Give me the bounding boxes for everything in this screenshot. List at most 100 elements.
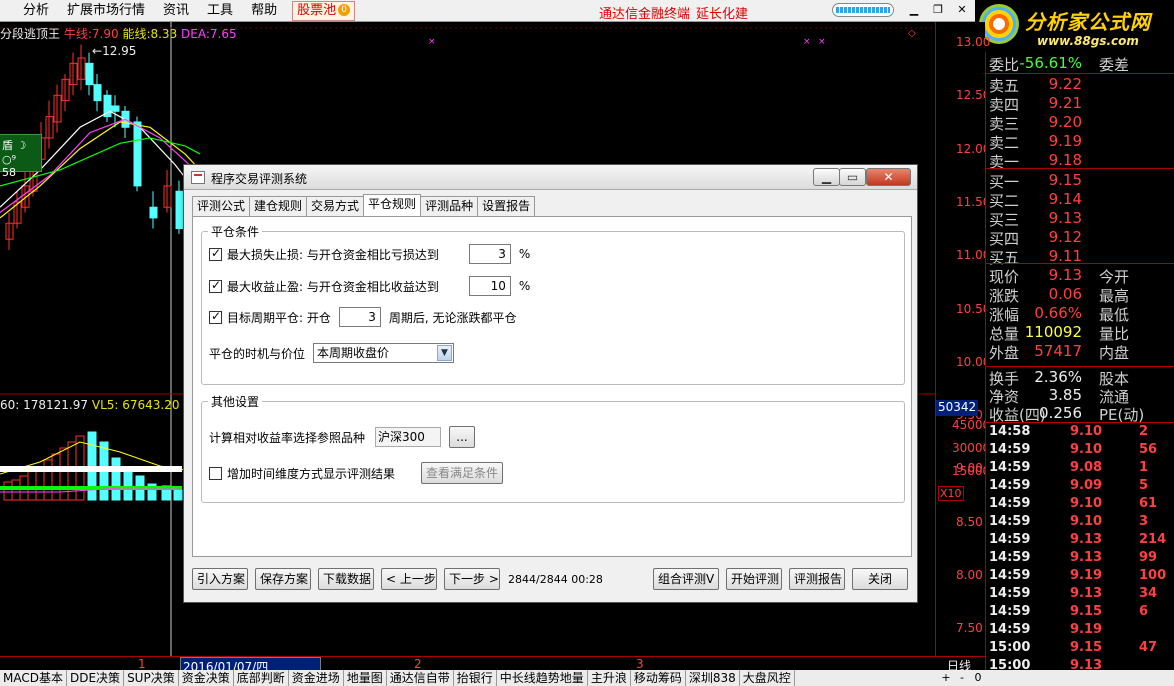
dialog-footer: 引入方案 保存方案 下载数据 < 上一步 下一步 > 2844/2844 00:… xyxy=(192,565,912,593)
remove-icon[interactable]: - xyxy=(954,670,970,686)
tab-instruments[interactable]: 评测品种 xyxy=(420,196,479,216)
dialog-minimize-icon[interactable]: ▁ xyxy=(813,168,840,186)
sell-level-row[interactable]: 卖五 9.22 xyxy=(986,75,1174,95)
indicator-tab[interactable]: 深圳838 xyxy=(686,670,740,686)
add-icon[interactable]: + xyxy=(938,670,954,686)
tick-qty: 47 xyxy=(1139,640,1158,655)
menu-item-help[interactable]: 帮助 xyxy=(242,0,286,22)
indicator-gauge[interactable]: 盾 ☽ ○⁹ 58 xyxy=(0,134,42,179)
date-axis: 1 2016/01/07/四 2 3 日线 xyxy=(0,656,985,677)
takeprofit-checkbox[interactable] xyxy=(209,278,222,293)
tick-price: 9.10 xyxy=(1070,496,1103,511)
sell-level-row[interactable]: 卖二 9.19 xyxy=(986,132,1174,152)
exit-timing-select[interactable]: 本周期收盘价 ▼ xyxy=(313,343,455,363)
tick-qty: 5 xyxy=(1139,478,1149,493)
volume-ma-band xyxy=(0,466,182,472)
marker-x: × xyxy=(818,37,826,47)
tab-formula[interactable]: 评测公式 xyxy=(192,196,251,216)
stoploss-input[interactable]: 3 xyxy=(468,244,511,264)
buy-level-label: 买一 xyxy=(989,173,1020,191)
menu-item-extended-market[interactable]: 扩展市场行情 xyxy=(58,0,154,22)
tick-price: 9.13 xyxy=(1070,550,1103,565)
progress-info: 2844/2844 00:28 xyxy=(508,573,603,586)
close-icon[interactable]: ✕ xyxy=(954,2,970,18)
takeprofit-input[interactable]: 10 xyxy=(468,276,511,296)
sell-level-row[interactable]: 卖三 9.20 xyxy=(986,113,1174,133)
tab-exit-rules[interactable]: 平仓规则 xyxy=(363,194,422,216)
candle-body xyxy=(175,190,184,230)
sell-level-label: 卖二 xyxy=(989,134,1020,152)
sell-level-label: 卖五 xyxy=(989,77,1020,95)
prev-step-button[interactable]: < 上一步 xyxy=(381,568,437,590)
indicator-tabs: MACD基本 DDE决策 SUP决策 资金决策 底部判断 资金进场 地量图 通达信自带 抬银行中… xyxy=(0,670,795,686)
import-plan-button[interactable]: 引入方案 xyxy=(192,568,248,590)
indicator-tab[interactable]: 资金进场 xyxy=(289,670,344,686)
tab-report-settings[interactable]: 设置报告 xyxy=(477,196,536,216)
indicator-tab[interactable]: 底部判断 xyxy=(234,670,289,686)
dialog-close-icon[interactable]: ✕ xyxy=(866,168,911,186)
volume-ma-value: 60: 178121.97 xyxy=(0,398,89,412)
indicator-tab[interactable]: 抬银行 xyxy=(454,670,497,686)
dialog-maximize-icon[interactable]: ▭ xyxy=(839,168,866,186)
period-exit-input[interactable]: 3 xyxy=(338,307,381,327)
sell-level-row[interactable]: 卖四 9.21 xyxy=(986,94,1174,114)
stat-label: 涨跌 xyxy=(989,287,1020,305)
menu-item-news[interactable]: 资讯 xyxy=(154,0,198,22)
chevron-down-icon[interactable]: ▼ xyxy=(437,345,453,361)
benchmark-field[interactable]: 沪深300 xyxy=(375,427,442,447)
indicator-tab[interactable]: 通达信自带 xyxy=(387,670,454,686)
stock-pool-button[interactable]: 股票池 0 xyxy=(292,0,356,21)
time-dimension-checkbox[interactable] xyxy=(209,466,222,480)
candle-body xyxy=(111,105,120,112)
stoploss-label: 最大损失止损: 与开仓资金相比亏损达到 xyxy=(227,247,439,262)
tab-entry-rules[interactable]: 建仓规则 xyxy=(249,196,308,216)
indicator-tab[interactable]: 主升浪 xyxy=(588,670,631,686)
restore-icon[interactable]: ❐ xyxy=(930,2,946,18)
order-diff-label: 委差 xyxy=(1099,56,1130,74)
buy-level-row[interactable]: 买三 9.13 xyxy=(986,209,1174,229)
promo-stock-link[interactable]: 延长化建 xyxy=(696,3,748,22)
start-test-button[interactable]: 开始评测 xyxy=(726,568,782,590)
next-step-button[interactable]: 下一步 > xyxy=(444,568,500,590)
dialog-titlebar[interactable]: 程序交易评测系统 ▁ ▭ ✕ xyxy=(184,165,917,190)
minimize-icon[interactable]: ▁ xyxy=(906,2,922,18)
save-plan-button[interactable]: 保存方案 xyxy=(255,568,311,590)
tick-price: 9.15 xyxy=(1070,604,1103,619)
zero-icon[interactable]: 0 xyxy=(970,670,986,686)
promo-terminal-link[interactable]: 通达信金融终端 xyxy=(599,3,690,22)
menu-item-tools[interactable]: 工具 xyxy=(198,0,242,22)
tab-trade-mode[interactable]: 交易方式 xyxy=(306,196,365,216)
download-data-button[interactable]: 下载数据 xyxy=(318,568,374,590)
tick-qty: 99 xyxy=(1139,550,1158,565)
close-button[interactable]: 关闭 xyxy=(852,568,908,590)
indicator-tab[interactable]: 中长线趋势地量 xyxy=(497,670,588,686)
formula-name: 分段逃顶王 xyxy=(0,27,61,41)
combo-test-button[interactable]: 组合评测V xyxy=(653,568,719,590)
benchmark-browse-button[interactable]: ... xyxy=(449,426,476,448)
indicator-tab[interactable]: MACD基本 xyxy=(0,670,67,686)
period-exit-checkbox[interactable] xyxy=(209,309,222,324)
price-tick-label: 8.50 xyxy=(956,514,983,529)
stoploss-checkbox[interactable] xyxy=(209,246,222,261)
test-report-button[interactable]: 评测报告 xyxy=(789,568,845,590)
indicator-tab[interactable]: 地量图 xyxy=(344,670,387,686)
menu-item-analysis[interactable]: 分析 xyxy=(14,0,58,22)
tick-time: 14:59 xyxy=(989,460,1031,475)
stat-label-2: 内盘 xyxy=(1099,344,1130,362)
volume-bar xyxy=(123,469,133,501)
exit-timing-label: 平仓的时机与价位 xyxy=(209,346,306,361)
date-mark-2: 2 xyxy=(414,657,422,671)
tick-row: 14:59 9.08 1 xyxy=(986,460,1174,478)
price-axis: 13.0012.5012.0011.5011.0010.5010.009.509… xyxy=(935,22,990,686)
sell-level-row[interactable]: 卖一 9.18 xyxy=(986,151,1174,171)
indicator-tab[interactable]: SUP决策 xyxy=(124,670,179,686)
buy-level-row[interactable]: 买二 9.14 xyxy=(986,190,1174,210)
view-matches-button[interactable]: 查看满足条件 xyxy=(421,462,504,484)
buy-level-row[interactable]: 买一 9.15 xyxy=(986,171,1174,191)
indicator-tab[interactable]: 大盘风控 xyxy=(740,670,795,686)
indicator-tab[interactable]: 资金决策 xyxy=(179,670,234,686)
buy-level-row[interactable]: 买四 9.12 xyxy=(986,228,1174,248)
indicator-tab[interactable]: DDE决策 xyxy=(67,670,125,686)
indicator-tab[interactable]: 移动筹码 xyxy=(631,670,686,686)
marker-x: × xyxy=(803,37,811,47)
